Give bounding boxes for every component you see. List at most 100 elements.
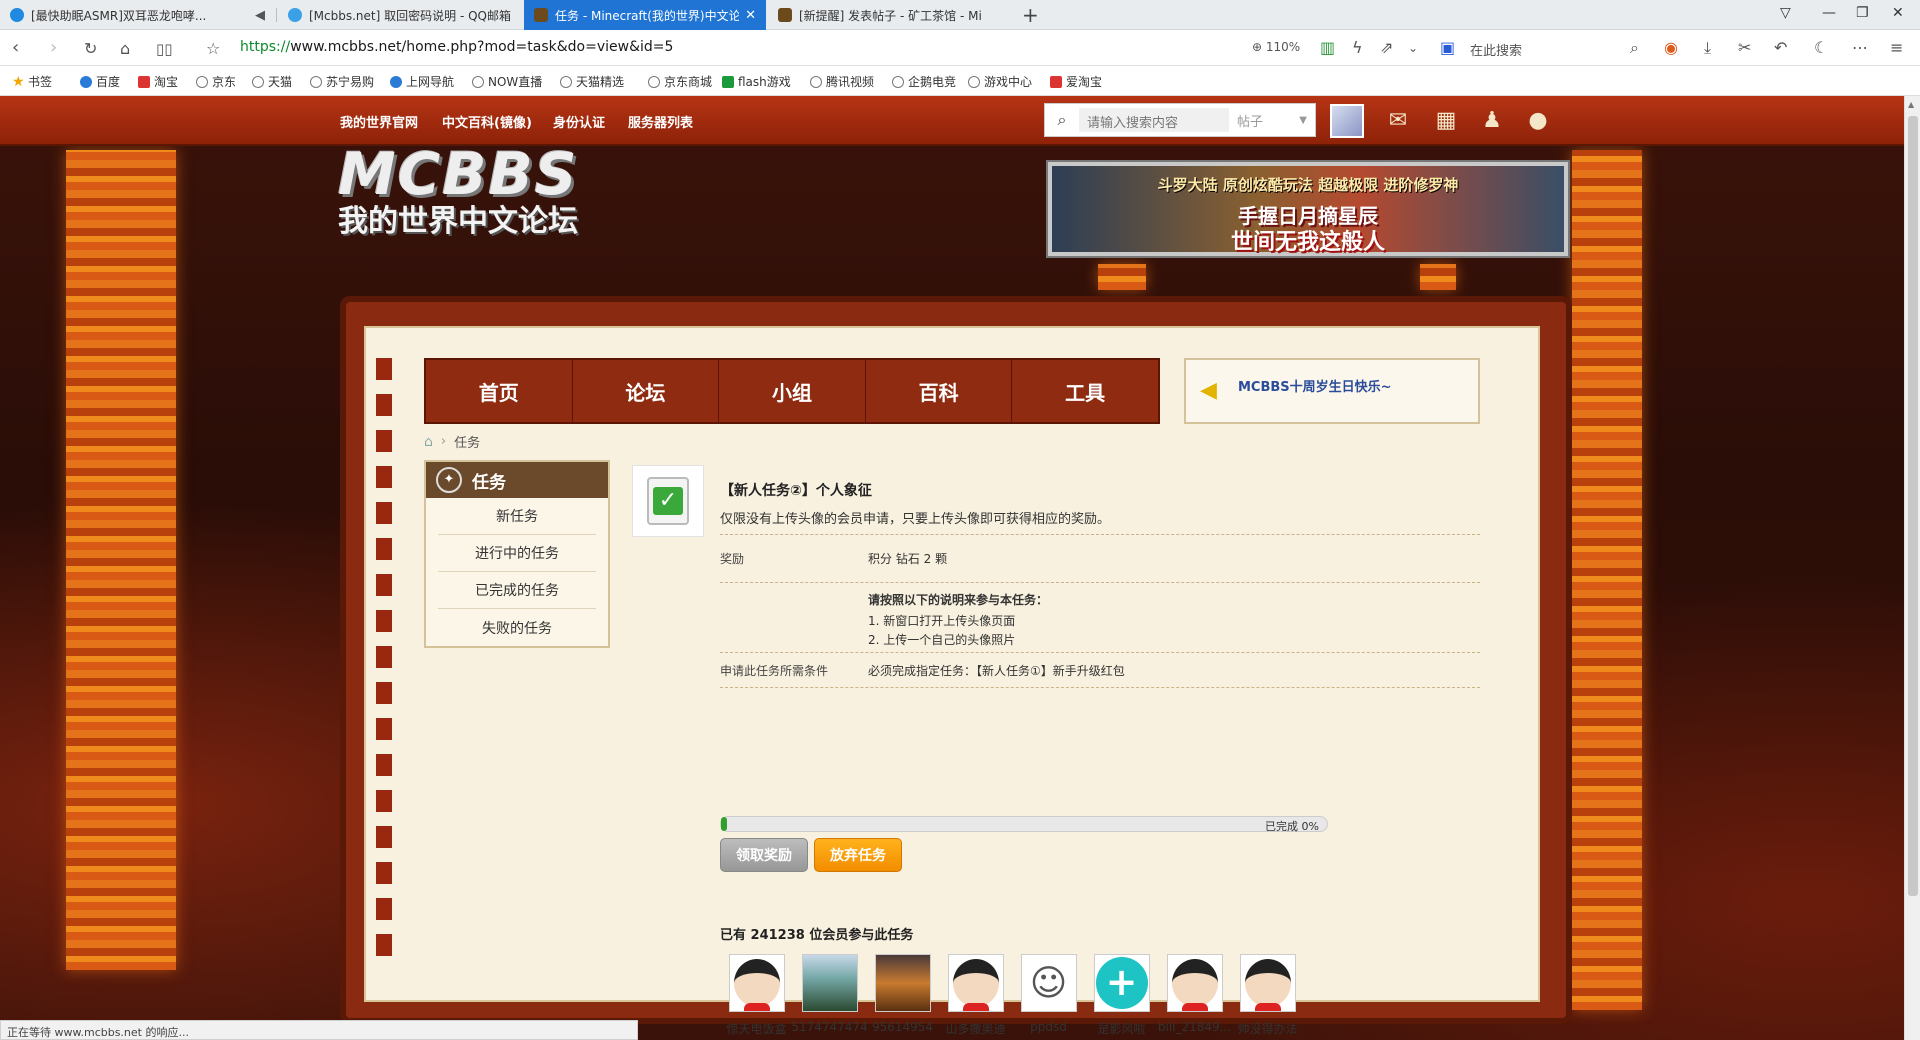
alert-icon[interactable]: ♟	[1478, 108, 1506, 134]
condition-value[interactable]: 必须完成指定任务：【新人任务①】新手升级红包	[868, 662, 1125, 679]
download-icon[interactable]: ⤓	[1704, 38, 1711, 58]
member-item[interactable]: 95614954	[866, 954, 939, 1037]
tab-qqmail[interactable]: [Mcbbs.net] 取回密码说明 - QQ邮箱	[278, 0, 522, 30]
member-item[interactable]: 惊天电饭盒	[720, 954, 793, 1037]
breadcrumb-current[interactable]: 任务	[454, 432, 480, 451]
undo-icon[interactable]: ↶	[1774, 38, 1787, 57]
tab-new-post[interactable]: [新提醒] 发表帖子 - 矿工茶馆 - Mi	[768, 0, 1018, 30]
sidebar-item-done[interactable]: 已完成的任务	[438, 572, 596, 609]
sidebar-item-failed[interactable]: 失败的任务	[438, 609, 596, 646]
toplink-wiki[interactable]: 中文百科(镜像)	[442, 112, 532, 131]
bookmark-item[interactable]: 百度	[80, 73, 120, 90]
search-icon[interactable]: ⌕	[1630, 38, 1639, 58]
book-icon[interactable]: ▥	[1320, 38, 1335, 57]
home-icon[interactable]: ⌂	[424, 434, 433, 450]
forward-icon[interactable]: ›	[50, 37, 57, 58]
toplink-servers[interactable]: 服务器列表	[628, 112, 693, 131]
member-avatar[interactable]: +	[1093, 954, 1150, 1012]
member-avatar[interactable]	[947, 954, 1004, 1012]
member-name[interactable]: 惊天电饭盒	[726, 1020, 786, 1037]
url-field[interactable]: https://www.mcbbs.net/home.php?mod=task&…	[240, 39, 673, 55]
nav-home[interactable]: 首页	[426, 360, 573, 422]
member-item[interactable]: 帅没得办法	[1231, 954, 1304, 1037]
bookmark-item[interactable]: 游戏中心	[968, 73, 1032, 90]
bookmark-item[interactable]: 腾讯视频	[810, 73, 874, 90]
member-name[interactable]: 95614954	[872, 1020, 933, 1034]
lightning-icon[interactable]: ϟ	[1352, 38, 1363, 57]
nav-tools[interactable]: 工具	[1012, 360, 1158, 422]
member-avatar[interactable]	[1239, 954, 1296, 1012]
member-avatar[interactable]	[728, 954, 785, 1012]
reader-icon[interactable]: ▯▯	[156, 40, 173, 58]
audio-icon[interactable]: ◀	[249, 8, 265, 23]
toplink-official[interactable]: 我的世界官网	[340, 112, 418, 131]
reload-icon[interactable]: ↻	[84, 39, 97, 58]
bookmark-item[interactable]: NOW直播	[472, 73, 542, 90]
bookmark-item[interactable]: 京东商城	[648, 73, 712, 90]
nav-groups[interactable]: 小组	[719, 360, 866, 422]
user-avatar[interactable]	[1330, 104, 1364, 138]
bookmark-item[interactable]: flash游戏	[722, 73, 791, 90]
chevron-down-icon[interactable]: ⌄	[1408, 41, 1418, 55]
announcement-text[interactable]: MCBBS十周岁生日快乐~	[1238, 376, 1392, 395]
member-avatar[interactable]	[874, 954, 931, 1012]
member-name[interactable]: 是影风啦	[1097, 1020, 1145, 1037]
back-icon[interactable]: ‹	[12, 37, 19, 58]
mcbbs-logo[interactable]: MCBBS 我的世界中文论坛	[338, 144, 628, 250]
tab-task[interactable]: 任务 - Minecraft(我的世界)中文论坛 ✕	[524, 0, 766, 30]
bookmark-item[interactable]: 淘宝	[138, 73, 178, 90]
night-mode-icon[interactable]: ☾	[1814, 38, 1828, 57]
toplink-verify[interactable]: 身份认证	[553, 112, 605, 131]
nav-wiki[interactable]: 百科	[866, 360, 1013, 422]
close-window-button[interactable]: ✕	[1892, 5, 1904, 21]
bookmark-item[interactable]: 天猫精选	[560, 73, 624, 90]
message-icon[interactable]: ✉	[1384, 108, 1412, 134]
search-icon[interactable]: ⌕	[1045, 110, 1079, 130]
abandon-task-button[interactable]: 放弃任务	[814, 838, 902, 872]
member-item[interactable]: + 是影风啦	[1085, 954, 1158, 1037]
restore-button[interactable]: ❐	[1856, 5, 1869, 21]
member-item[interactable]: 5174747474	[791, 954, 868, 1037]
member-name[interactable]: 5174747474	[791, 1020, 867, 1034]
member-name[interactable]: 帅没得办法	[1237, 1020, 1297, 1037]
bookmark-item[interactable]: 企鹅电竞	[892, 73, 956, 90]
scrollbar-thumb[interactable]	[1908, 116, 1918, 896]
close-tab-icon[interactable]: ✕	[739, 8, 756, 23]
search-engine-icon[interactable]: ▣	[1440, 38, 1455, 57]
claim-reward-button[interactable]: 领取奖励	[720, 838, 808, 872]
tasks-icon[interactable]: ▦	[1432, 108, 1460, 134]
share-icon[interactable]: ⇗	[1380, 38, 1393, 57]
favorite-star-icon[interactable]: ☆	[206, 39, 220, 58]
bookmark-item[interactable]: 上网导航	[390, 73, 454, 90]
member-name[interactable]: 山多撒奥迪	[945, 1020, 1005, 1037]
sidebar-item-doing[interactable]: 进行中的任务	[438, 535, 596, 572]
bookmark-item[interactable]: 苏宁易购	[310, 73, 374, 90]
menu-icon[interactable]: ≡	[1890, 38, 1903, 57]
game-icon[interactable]: ◉	[1664, 38, 1678, 57]
ad-banner[interactable]: 斗罗大陆 原创炫酷玩法 超越极限 进阶修罗神 手握日月摘星辰 世间无我这般人	[1048, 162, 1568, 256]
new-tab-button[interactable]: +	[1022, 3, 1039, 27]
site-search-input[interactable]: 请输入搜索内容	[1079, 108, 1229, 132]
nav-forum[interactable]: 论坛	[573, 360, 720, 422]
member-item[interactable]: ☺ ppdsd	[1012, 954, 1085, 1037]
scissors-icon[interactable]: ✂	[1738, 38, 1751, 57]
member-item[interactable]: bili_21849...	[1158, 954, 1231, 1037]
browser-search-input[interactable]: 在此搜索	[1470, 40, 1522, 59]
home-icon[interactable]: ⌂	[120, 39, 130, 58]
zoom-level[interactable]: ⊕ 110%	[1252, 40, 1300, 54]
bookmark-item[interactable]: ★ 书签	[12, 73, 52, 90]
cookie-icon[interactable]: ●	[1524, 108, 1552, 134]
member-avatar[interactable]: ☺	[1020, 954, 1077, 1012]
tab-asmr[interactable]: [最快助眠ASMR]双耳恶龙咆哮... ◀	[0, 0, 275, 30]
member-name[interactable]: bili_21849...	[1158, 1020, 1231, 1034]
member-avatar[interactable]	[1166, 954, 1223, 1012]
bookmark-item[interactable]: 爱淘宝	[1050, 73, 1102, 90]
shirt-icon[interactable]: ▽	[1780, 5, 1791, 21]
member-avatar[interactable]	[801, 954, 858, 1012]
chevron-down-icon[interactable]: ▼	[1299, 115, 1307, 126]
page-scrollbar[interactable]: ▲	[1904, 96, 1920, 1040]
member-item[interactable]: 山多撒奥迪	[939, 954, 1012, 1037]
bookmark-item[interactable]: 天猫	[252, 73, 292, 90]
minimize-button[interactable]: —	[1822, 5, 1836, 21]
member-name[interactable]: ppdsd	[1030, 1020, 1067, 1034]
